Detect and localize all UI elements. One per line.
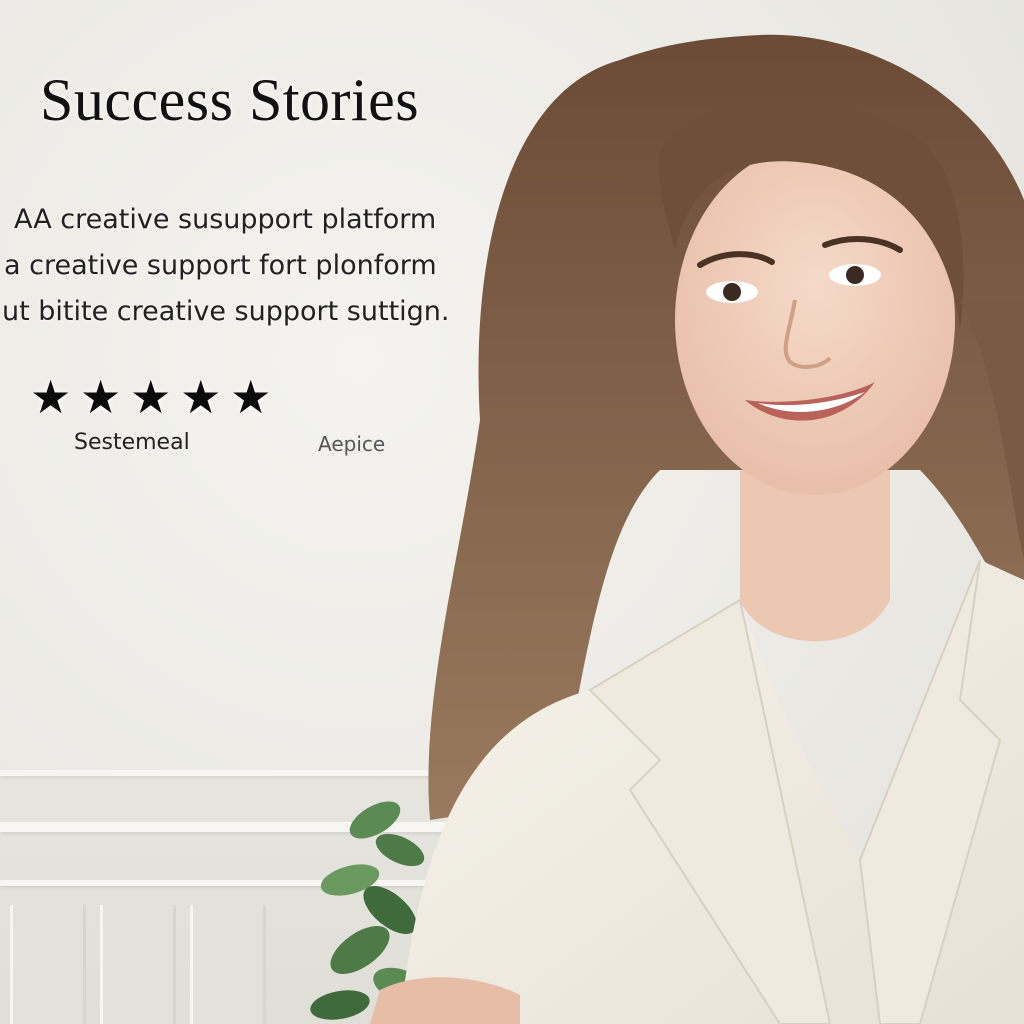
star-icon: ★ <box>30 371 71 423</box>
reviewer-role: Aepice <box>318 432 386 456</box>
portrait-photo <box>370 34 1024 1024</box>
star-icon: ★ <box>80 371 121 423</box>
testimonial-text: AA creative susupport platform a creativ… <box>0 200 600 338</box>
page-title: Success Stories <box>40 67 420 133</box>
wall-panel <box>100 905 176 1024</box>
reviewer-caption: Sestemeal <box>74 430 190 455</box>
hero-scene: Success Stories AA creative susupport pl… <box>0 0 1024 1024</box>
testimonial-line: AA creative susupport platform <box>14 204 437 235</box>
star-rating: ★ ★ ★ ★ ★ <box>30 370 271 424</box>
star-icon: ★ <box>130 371 171 423</box>
star-icon: ★ <box>180 371 221 423</box>
testimonial-line: a creative support fort plonform <box>4 250 437 281</box>
testimonial-line: ut bitite creative support suttign. <box>2 296 450 327</box>
wall-panel <box>190 905 266 1024</box>
star-icon: ★ <box>230 371 271 423</box>
wall-panel <box>10 905 86 1024</box>
